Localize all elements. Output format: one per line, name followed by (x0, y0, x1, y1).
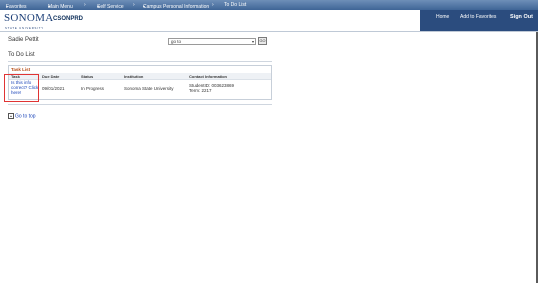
add-to-favorites-link[interactable]: Add to Favorites (460, 14, 496, 20)
contact-term: Term: 2217 (189, 88, 212, 93)
column-header-institution: Institution (124, 74, 144, 79)
home-link[interactable]: Home (436, 14, 449, 20)
go-to-select-value: go to (171, 39, 182, 44)
column-header-due-date: Due Date (42, 74, 60, 79)
go-to-top-label: Go to top (15, 113, 36, 120)
status-cell: In Progress (81, 86, 105, 91)
column-header-status: Status (81, 74, 94, 79)
top-navigation-bar: Favorites ▾ Main Menu ▾ › Self Service ▾… (0, 0, 538, 10)
arrow-up-icon: ▲ (8, 113, 14, 119)
to-do-list-breadcrumb[interactable]: To Do List (224, 2, 246, 8)
sonoma-logo: SONOMA (4, 12, 54, 24)
divider (8, 61, 272, 62)
highlight-box (4, 74, 39, 102)
system-name: CSONPRD (53, 16, 84, 22)
sign-out-link[interactable]: Sign Out (510, 14, 533, 20)
divider (8, 104, 272, 105)
task-list-grid: Task List Task Due Date Status Instituti… (8, 65, 272, 100)
student-name: Sadie Pettit (8, 37, 39, 43)
go-button[interactable]: GO (258, 37, 267, 45)
breadcrumb-separator: › (84, 2, 86, 8)
breadcrumb-separator: › (133, 2, 135, 8)
column-header-contact: Contact Information (189, 74, 227, 79)
task-list-title: Task List (11, 67, 31, 72)
go-to-top-link[interactable]: ▲ Go to top (8, 113, 36, 119)
chevron-down-icon: ▾ (251, 39, 254, 44)
institution-cell: Sonoma State University (124, 86, 174, 91)
logo-subtitle: STATE UNIVERSITY (5, 26, 44, 30)
page: Favorites ▾ Main Menu ▾ › Self Service ▾… (0, 0, 538, 283)
page-title: To Do List (8, 52, 35, 58)
breadcrumb-separator: › (212, 2, 214, 8)
go-to-select[interactable]: go to ▾ (168, 38, 256, 45)
due-date-cell: 09/01/2021 (42, 86, 65, 91)
